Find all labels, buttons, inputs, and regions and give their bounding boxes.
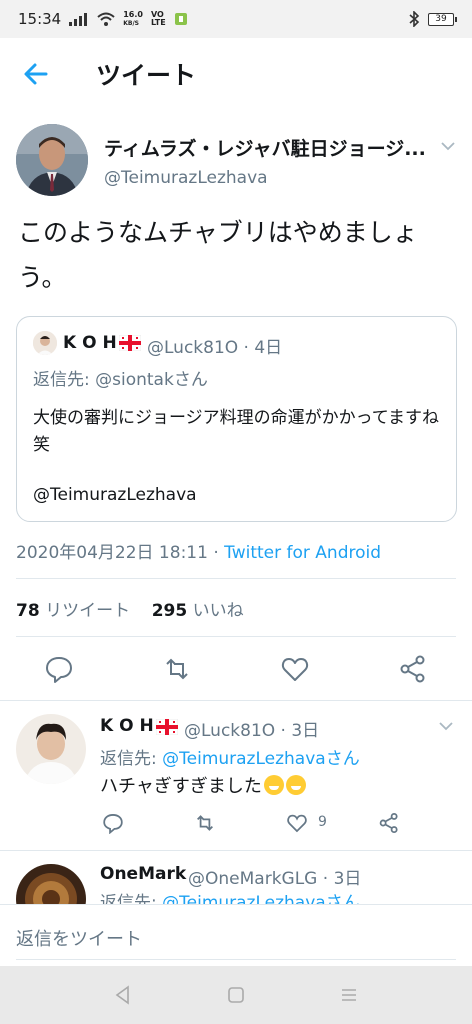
retweet-label[interactable]: リツイート — [45, 601, 130, 621]
reply-to: 返信先: @TeimurazLezhavaさん — [100, 749, 360, 769]
sweat-smile-emoji-icon — [285, 775, 306, 795]
reply-composer[interactable]: 返信をツイート — [0, 904, 472, 966]
retweet-icon[interactable] — [194, 812, 216, 834]
reply-icon[interactable] — [44, 654, 74, 684]
tweet-meta: 2020年04月22日 18:11 · Twitter for Android — [16, 538, 381, 563]
quoted-tweet[interactable]: K O H @Luck81O · 4日 返信先: @siontakさん 大使の審… — [16, 316, 457, 522]
reply-tweet[interactable]: OneMark @OneMarkGLG · 3日 返信先: @TeimurazL… — [0, 850, 472, 904]
nav-menu-icon[interactable] — [338, 984, 360, 1006]
reply-avatar[interactable] — [16, 714, 86, 784]
reply-body: ハチャぎすぎました — [100, 772, 306, 798]
reply-to-link[interactable]: @TeimurazLezhavaさん — [162, 749, 360, 769]
nav-back-icon[interactable] — [112, 984, 134, 1006]
android-notification-icon — [174, 13, 187, 25]
page-title: ツイート — [96, 61, 197, 90]
author-handle[interactable]: @TeimurazLezhava — [104, 168, 268, 188]
tweet-text: このようなムチャブリはやめましょう。 — [18, 218, 418, 292]
reply-to-link[interactable]: @TeimurazLezhavaさん — [162, 893, 360, 904]
georgia-flag-icon — [156, 719, 178, 735]
quoted-reply-to: 返信先: @siontakさん — [33, 370, 208, 390]
georgia-flag-icon — [119, 335, 141, 351]
tweet-source[interactable]: Twitter for Android — [224, 543, 381, 563]
net-speed: 16.0 KB/S — [123, 9, 143, 27]
like-heart-icon[interactable] — [280, 654, 310, 684]
author-avatar[interactable] — [16, 124, 88, 196]
reply-avatar[interactable] — [16, 864, 86, 904]
reply-name[interactable]: K O H — [100, 716, 154, 736]
author-name[interactable]: ティムラズ・レジャバ駐日ジョージ... — [104, 134, 444, 161]
divider — [16, 578, 456, 579]
volte-indicator: VO LTE — [150, 10, 166, 27]
tweet-author: ティムラズ・レジャバ駐日ジョージ... @TeimurazLezhava — [16, 124, 456, 198]
signal-icon — [69, 13, 88, 26]
retweet-count[interactable]: 78 — [16, 601, 40, 621]
back-arrow-icon[interactable] — [22, 60, 50, 88]
reply-to: 返信先: @TeimurazLezhavaさん — [100, 888, 360, 904]
bluetooth-icon — [409, 11, 420, 27]
status-time: 15:34 — [18, 10, 62, 28]
quoted-avatar — [33, 331, 57, 355]
chevron-down-icon[interactable] — [440, 138, 456, 154]
wifi-icon — [97, 12, 115, 26]
like-heart-icon[interactable] — [286, 812, 308, 834]
tweet-actions — [0, 650, 472, 690]
android-nav-bar — [0, 966, 472, 1024]
reply-like-count: 9 — [318, 814, 327, 830]
share-icon[interactable] — [398, 654, 428, 684]
reply-tweet[interactable]: K O H @Luck81O · 3日 返信先: @TeimurazLezhav… — [0, 700, 472, 850]
status-bar: 15:34 16.0 KB/S VO LTE 39 — [0, 0, 472, 38]
quoted-mention: @TeimurazLezhava — [33, 485, 197, 505]
reply-input[interactable]: 返信をツイート — [16, 925, 142, 951]
retweet-icon[interactable] — [162, 654, 192, 684]
divider — [16, 636, 456, 637]
divider — [16, 959, 456, 960]
app-header: ツイート — [0, 38, 472, 110]
like-count[interactable]: 295 — [152, 601, 188, 621]
like-label[interactable]: いいね — [193, 601, 244, 621]
reply-icon[interactable] — [102, 812, 124, 834]
quoted-name: K O H — [63, 333, 117, 353]
reply-handle: @OneMarkGLG · 3日 — [188, 869, 362, 889]
quoted-body: 大使の審判にジョージア料理の命運がかかってますね笑 — [33, 408, 439, 455]
reply-handle: @Luck81O · 3日 — [184, 721, 320, 741]
nav-home-icon[interactable] — [225, 984, 247, 1006]
battery-icon: 39 — [428, 12, 457, 26]
quoted-handle: @Luck81O · 4日 — [147, 338, 283, 358]
reply-name[interactable]: OneMark — [100, 864, 186, 884]
sweat-smile-emoji-icon — [263, 775, 284, 795]
tweet-date: 2020年04月22日 18:11 · — [16, 543, 225, 563]
tweet-stats: 78 リツイート 295 いいね — [16, 596, 244, 621]
share-icon[interactable] — [378, 812, 400, 834]
chevron-down-icon[interactable] — [438, 718, 454, 734]
